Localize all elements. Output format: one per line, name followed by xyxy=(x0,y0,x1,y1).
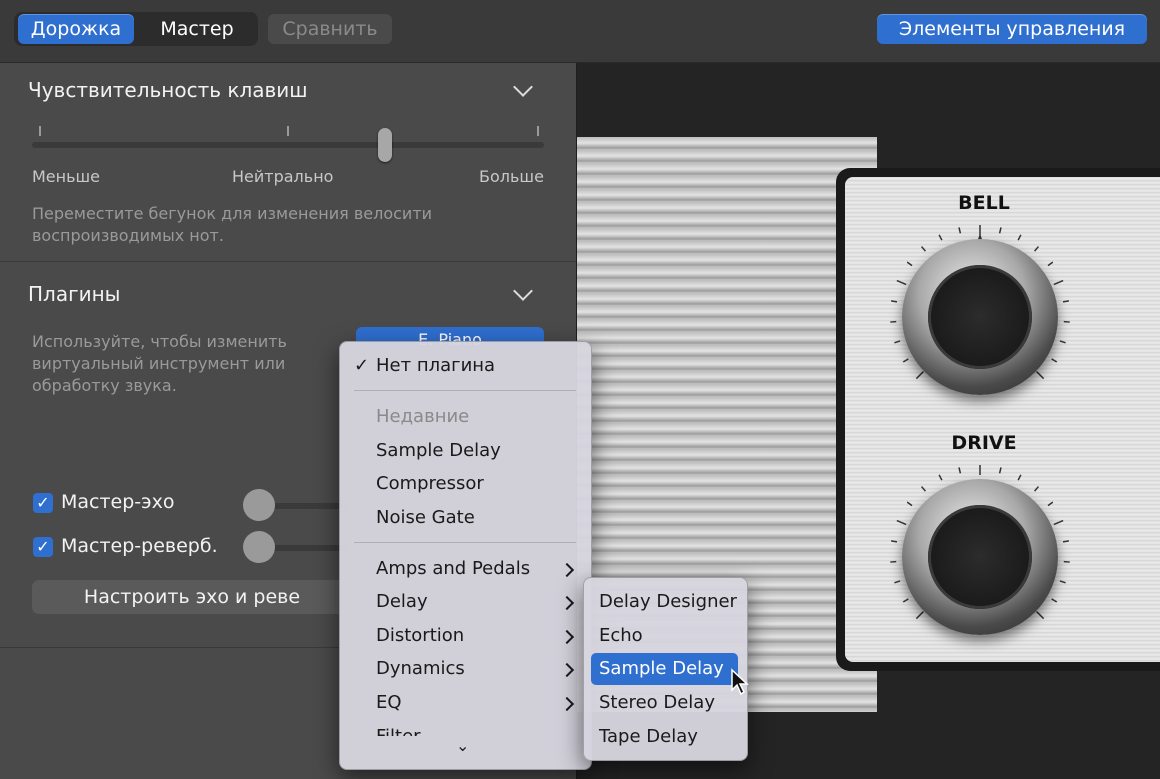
knob-scale-tick xyxy=(896,279,907,286)
knob-scale-tick xyxy=(890,540,898,543)
slider-tick xyxy=(537,126,539,136)
mouse-pointer-icon xyxy=(731,668,749,696)
menu-separator xyxy=(354,542,576,543)
menu-item-recent[interactable]: Compressor xyxy=(376,467,484,501)
knob-scale-tick xyxy=(958,467,962,474)
plugins-hint: Используйте, чтобы изменить виртуальный … xyxy=(32,332,287,395)
submenu-item-tape-delay[interactable]: Tape Delay xyxy=(599,720,698,754)
menu-item-amps-and-pedals[interactable]: Amps and Pedals xyxy=(376,552,530,586)
slider-tick xyxy=(287,126,289,136)
menu-checkmark-icon: ✓ xyxy=(354,355,370,376)
knob-scale-tick xyxy=(998,467,1002,474)
velocity-hint: Переместите бегунок для изменения велоси… xyxy=(32,204,433,245)
compare-button[interactable]: Сравнить xyxy=(268,14,392,44)
knob-scale-tick xyxy=(890,300,898,303)
knob-scale-tick xyxy=(906,261,913,267)
knob-scale-tick xyxy=(1059,580,1066,584)
knob-scale-tick xyxy=(915,611,924,620)
knob-scale-tick xyxy=(1062,300,1070,303)
knob-scale-tick xyxy=(894,340,901,344)
knob-scale-tick xyxy=(1017,474,1022,481)
knob-scale-tick xyxy=(1053,519,1064,526)
knob-scale-tick xyxy=(920,246,927,252)
velocity-slider-thumb[interactable] xyxy=(378,128,393,162)
knob-scale-tick xyxy=(920,486,927,492)
knob-scale-tick xyxy=(1051,358,1058,363)
section-divider xyxy=(0,261,576,262)
knob-scale-tick xyxy=(958,227,962,234)
configure-button-label: Настроить эхо и реве xyxy=(83,586,301,608)
knob-scale-tick xyxy=(894,580,901,584)
knob-scale-tick xyxy=(915,371,924,380)
configure-echo-reverb-button[interactable]: Настроить эхо и реве xyxy=(32,580,352,614)
velocity-slider-track[interactable] xyxy=(32,142,544,148)
plugins-title: Плагины xyxy=(28,282,121,306)
knob-scale-tick xyxy=(938,234,943,241)
menu-separator xyxy=(354,390,576,391)
knob-scale-tick xyxy=(1047,261,1054,267)
knob-scale-tick xyxy=(896,519,907,526)
submenu-item-sample-delay[interactable]: Sample Delay xyxy=(599,652,724,686)
knob-scale-tick xyxy=(1051,598,1058,603)
menu-item-filter[interactable]: Filter xyxy=(376,724,556,736)
menu-item-no-plugin[interactable]: Нет плагина xyxy=(376,349,495,383)
knob-cap xyxy=(928,505,1032,609)
slider-label-more: Больше xyxy=(479,167,544,186)
menu-item-recent[interactable]: Noise Gate xyxy=(376,501,475,535)
knob-scale-tick xyxy=(902,598,909,603)
menu-item-distortion[interactable]: Distortion xyxy=(376,619,464,653)
menu-header-recent: Недавние xyxy=(376,406,470,427)
bell-knob[interactable] xyxy=(902,239,1058,395)
knob-scale-tick xyxy=(1059,340,1066,344)
master-echo-checkbox[interactable]: ✓ xyxy=(33,493,53,513)
keys-sensitivity-title: Чувствительность клавиш xyxy=(28,78,308,102)
submenu-item-echo[interactable]: Echo xyxy=(599,619,643,653)
knob-scale-tick xyxy=(1062,540,1070,543)
knob-scale-tick xyxy=(1033,246,1040,252)
knob-cap xyxy=(928,265,1032,369)
slider-label-less: Меньше xyxy=(32,167,101,186)
menu-item-eq[interactable]: EQ xyxy=(376,686,402,720)
knob-scale-tick xyxy=(902,358,909,363)
menu-item-recent[interactable]: Sample Delay xyxy=(376,434,501,468)
submenu-item-delay-designer[interactable]: Delay Designer xyxy=(599,585,737,619)
knob-scale-tick xyxy=(1036,371,1045,380)
knob-scale-tick xyxy=(1033,486,1040,492)
menu-item-filter-clipped[interactable]: Filter xyxy=(376,724,556,736)
tab-track[interactable]: Дорожка xyxy=(18,14,134,44)
knob-scale-tick xyxy=(1047,501,1054,507)
drive-knob[interactable] xyxy=(902,479,1058,635)
knob-scale-tick xyxy=(1036,611,1045,620)
knob-scale-tick xyxy=(1053,279,1064,286)
knob-scale-tick xyxy=(1017,234,1022,241)
slider-label-neutral: Нейтрально xyxy=(232,167,334,186)
controls-button[interactable]: Элементы управления xyxy=(877,14,1147,44)
slider-tick xyxy=(39,126,41,136)
submenu-item-stereo-delay[interactable]: Stereo Delay xyxy=(599,686,715,720)
master-echo-label: Мастер-эхо xyxy=(61,491,175,513)
bell-knob-label: BELL xyxy=(958,192,1010,214)
echo-slider-thumb[interactable] xyxy=(243,489,275,521)
reverb-slider-thumb[interactable] xyxy=(243,531,275,563)
tab-master[interactable]: Мастер xyxy=(140,14,254,44)
scroll-down-chevron-icon[interactable]: ⌄ xyxy=(456,738,469,754)
menu-item-dynamics[interactable]: Dynamics xyxy=(376,652,465,686)
knob-scale-tick xyxy=(998,227,1002,234)
knob-scale-tick xyxy=(906,501,913,507)
drive-knob-label: DRIVE xyxy=(951,432,1017,454)
knob-scale-tick xyxy=(938,474,943,481)
master-reverb-checkbox[interactable]: ✓ xyxy=(33,537,53,557)
menu-item-delay[interactable]: Delay xyxy=(376,585,428,619)
master-reverb-label: Мастер-реверб. xyxy=(61,535,218,557)
